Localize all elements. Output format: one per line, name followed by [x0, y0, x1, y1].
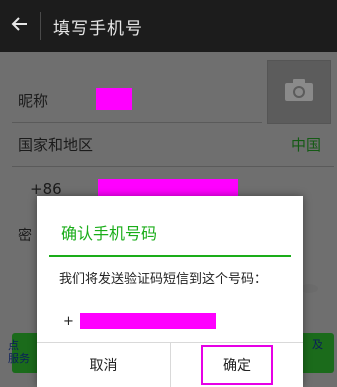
nickname-input[interactable]	[96, 88, 132, 110]
back-button[interactable]	[0, 0, 40, 52]
confirm-label: 确定	[201, 345, 273, 385]
region-row[interactable]: 国家和地区 中国	[0, 124, 337, 166]
region-label: 国家和地区	[18, 136, 94, 154]
confirm-phone-dialog: 确认手机号码 我们将发送验证码短信到这个号码： + 取消 确定	[37, 196, 303, 387]
confirm-button[interactable]: 确定	[171, 343, 303, 387]
terms-text-right: 及	[312, 338, 323, 351]
password-label: 密	[18, 228, 32, 244]
app-bar: 填写手机号	[0, 0, 337, 52]
dialog-phone-number: +	[63, 313, 216, 329]
cancel-label: 取消	[89, 358, 118, 374]
camera-icon	[284, 78, 314, 106]
dialog-message: 我们将发送验证码短信到这个号码：	[59, 272, 268, 287]
divider	[12, 166, 334, 167]
arrow-left-icon	[11, 15, 29, 37]
dialog-title: 确认手机号码	[61, 224, 158, 243]
region-value: 中国	[290, 136, 321, 154]
page-title: 填写手机号	[53, 18, 143, 39]
cancel-button[interactable]: 取消	[37, 343, 170, 387]
divider	[12, 122, 262, 123]
phone-prefix: +	[63, 313, 74, 329]
redacted-phone	[79, 313, 216, 329]
appbar-divider	[40, 12, 41, 40]
nickname-label: 昵称	[18, 92, 49, 110]
dialog-title-divider	[49, 255, 291, 257]
avatar-upload-button[interactable]	[267, 60, 331, 124]
terms-link[interactable]: 服务	[8, 350, 30, 366]
